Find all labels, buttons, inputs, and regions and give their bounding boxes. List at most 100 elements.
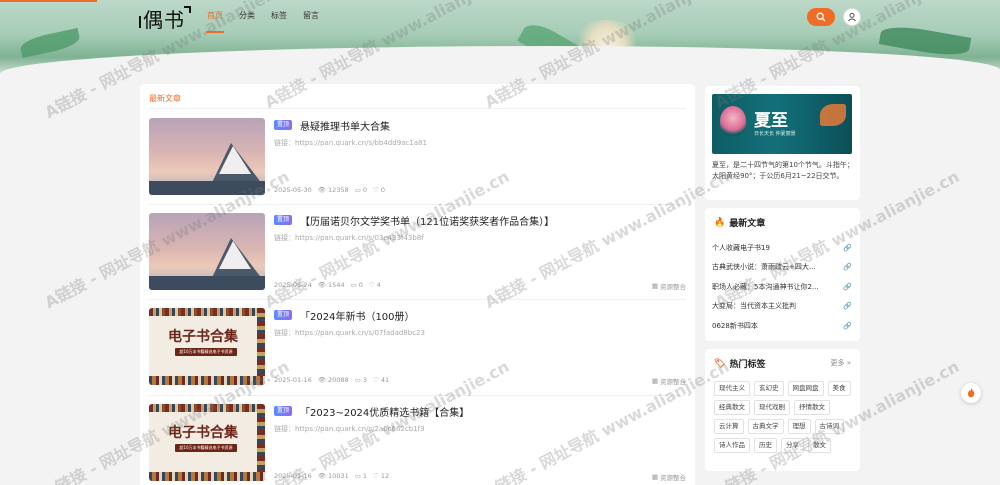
post-meta: 2025-05-24 👁 1544 ▭ 0 ♡ 4 [274, 281, 381, 289]
list-item[interactable]: 职场人必藏：5本沟通神书让你2... 🔗 [712, 277, 852, 297]
nav-item-categories[interactable]: 分类 [239, 10, 255, 21]
nav-item-home[interactable]: 首页 [206, 10, 224, 33]
post-meta: 2025-05-30 👁 12358 ▭ 0 ♡ 0 [274, 186, 385, 194]
thumbnail-title: 电子书合集 [168, 425, 238, 441]
post-thumbnail[interactable] [149, 118, 265, 195]
site-logo[interactable]: 偶书 [139, 4, 191, 33]
search-button[interactable] [807, 8, 835, 26]
post-excerpt: 链接：https://pan.quark.cn/s/07fadad8bc23 [274, 329, 425, 337]
link-icon: 🔗 [843, 243, 852, 252]
tag-item[interactable]: 现代戏剧 [754, 400, 790, 415]
post-item[interactable]: 置顶 【历届诺贝尔文学奖书单（121位诺奖获奖者作品合集）】 链接：https:… [149, 213, 686, 301]
comment-count: 0 [362, 186, 368, 194]
thumbnail-title: 电子书合集 [168, 329, 238, 345]
tag-item[interactable]: 理想 [787, 419, 811, 434]
search-icon [816, 12, 826, 22]
tag-item[interactable]: 历史 [754, 438, 777, 453]
post-excerpt: 链接：https://pan.quark.cn/s/bb4dd9ac1a81 [274, 139, 427, 147]
comment-count: 3 [362, 376, 368, 384]
tag-cloud: 现代主义 玄幻史 网盘网盘 美食 经典散文 现代戏剧 抒情散文 云计算 古典文学… [714, 381, 854, 453]
tag-item[interactable]: 抒情散文 [794, 400, 830, 415]
tag-item[interactable]: 古典文学 [747, 419, 784, 434]
pinned-badge: 置顶 [274, 120, 293, 130]
latest-title: 最新文章 [729, 219, 766, 229]
comment-icon: ▭ [354, 376, 361, 384]
divider [149, 108, 686, 109]
grid-icon: ▦ [651, 473, 658, 481]
koi-graphic [820, 104, 846, 126]
tag-item[interactable]: 诗人作品 [714, 438, 750, 453]
nav-item-tags[interactable]: 标签 [271, 10, 287, 21]
card-title: 🏷 热门标签 [714, 357, 765, 371]
hot-tags-card: 🏷 热门标签 更多 » 现代主义 玄幻史 网盘网盘 美食 经典散文 现代戏剧 抒… [705, 349, 860, 471]
post-excerpt: 链接：https://pan.quark.cn/s/03e433f43b8f [274, 234, 424, 242]
link-icon: 🔗 [843, 302, 852, 311]
post-title[interactable]: 「2023~2024优质精选书籍【合集】 [300, 404, 469, 419]
like-icon: ♡ [373, 472, 379, 480]
tag-item[interactable]: 美食 [827, 381, 851, 396]
like-icon: ♡ [368, 281, 375, 289]
section-title: 最新文章 [149, 94, 181, 103]
link-icon: 🔗 [843, 263, 852, 272]
top-navbar: 偶书 首页 分类 标签 留言 [0, 0, 1000, 34]
latest-list: 个人收藏电子书19 🔗 古典武侠小说：萧雨疏云+四大... 🔗 职场人必藏：5本沟通… [712, 238, 852, 336]
post-thumbnail[interactable]: 电子书合集 超10万本书籍精选电子书资源 [149, 308, 265, 385]
tag-item[interactable]: 现代主义 [714, 381, 750, 396]
like-icon: ♡ [373, 186, 379, 194]
eye-icon: 👁 [317, 186, 327, 194]
card-title: 🔥 最新文章 [714, 216, 766, 230]
pinned-badge: 置顶 [274, 215, 293, 225]
post-title[interactable]: 【历届诺贝尔文学奖书单（121位诺奖获奖者作品合集）】 [300, 213, 554, 228]
flame-icon [967, 388, 975, 398]
tag-item[interactable]: 散文 [808, 438, 831, 453]
post-date: 2025-01-16 [274, 376, 312, 384]
promo-text: 夏至，是二十四节气的第10个节气。斗指午；太阳黄经90°；于公历6月21~22日… [712, 161, 854, 180]
tag-item[interactable]: 玄幻史 [754, 381, 784, 396]
tag-item[interactable]: 云计算 [714, 419, 744, 434]
list-item[interactable]: 0628新书四本 🔗 [712, 316, 852, 336]
tag-icon: 🏷 [714, 358, 726, 369]
nav-item-guestbook[interactable]: 留言 [303, 10, 319, 21]
user-button[interactable] [843, 8, 861, 26]
post-meta: 2025-01-16 👁 10031 ▭ 1 ♡ 12 [274, 472, 389, 480]
like-icon: ♡ [373, 376, 379, 384]
post-list-panel: 最新文章 置顶 悬疑推理书单大合集 链接：https://pan.quark.c… [140, 84, 695, 485]
view-count: 12358 [328, 186, 349, 194]
divider [149, 204, 686, 205]
more-tags-link[interactable]: 更多 » [830, 358, 851, 368]
post-item[interactable]: 电子书合集 超10万本书籍精选电子书资源 置顶 「2023~2024优质精选书籍… [149, 404, 686, 485]
floating-action-button[interactable] [961, 383, 981, 403]
tag-item[interactable]: 网盘网盘 [787, 381, 824, 396]
comment-count: 1 [362, 472, 368, 480]
tag-item[interactable]: 分享 [781, 438, 804, 453]
list-item[interactable]: 大变局：当代资本主义批判 🔗 [712, 297, 852, 317]
promo-image[interactable]: 夏至 日长天长 仲夏丽景 [712, 94, 852, 154]
like-count: 12 [380, 472, 390, 480]
thumbnail-subtitle: 超10万本书籍精选电子书资源 [175, 444, 237, 452]
post-item[interactable]: 电子书合集 超10万本书籍精选电子书资源 置顶 「2024年新书（100册） 链… [149, 308, 686, 396]
eye-icon: 👁 [317, 281, 327, 289]
divider [149, 395, 686, 396]
main-nav: 首页 分类 标签 留言 [206, 10, 319, 33]
category-label: 资源整合 [660, 474, 686, 482]
post-category[interactable]: ▦ 资源整合 [652, 472, 686, 482]
list-item[interactable]: 古典武侠小说：萧雨疏云+四大... 🔗 [712, 258, 852, 278]
list-item[interactable]: 个人收藏电子书19 🔗 [712, 238, 852, 258]
post-date: 2025-01-16 [274, 472, 312, 480]
post-thumbnail[interactable] [149, 213, 265, 290]
grid-icon: ▦ [651, 377, 658, 385]
promo-image-subtitle: 日长天长 仲夏丽景 [754, 131, 796, 137]
view-count: 1544 [328, 281, 345, 289]
post-title[interactable]: 「2024年新书（100册） [300, 308, 415, 323]
post-item[interactable]: 置顶 悬疑推理书单大合集 链接：https://pan.quark.cn/s/b… [149, 118, 686, 206]
post-title[interactable]: 悬疑推理书单大合集 [300, 118, 390, 133]
like-count: 0 [380, 186, 385, 194]
tag-item[interactable]: 经典散文 [714, 400, 750, 415]
tag-item[interactable]: 古诗词 [814, 419, 844, 434]
post-thumbnail[interactable]: 电子书合集 超10万本书籍精选电子书资源 [149, 404, 265, 481]
post-category[interactable]: ▦ 资源整合 [652, 281, 686, 291]
post-date: 2025-05-24 [274, 281, 312, 289]
post-meta: 2025-01-16 👁 20088 ▭ 3 ♡ 41 [274, 376, 389, 384]
view-count: 20088 [328, 376, 349, 384]
post-category[interactable]: ▦ 资源整合 [652, 376, 686, 386]
